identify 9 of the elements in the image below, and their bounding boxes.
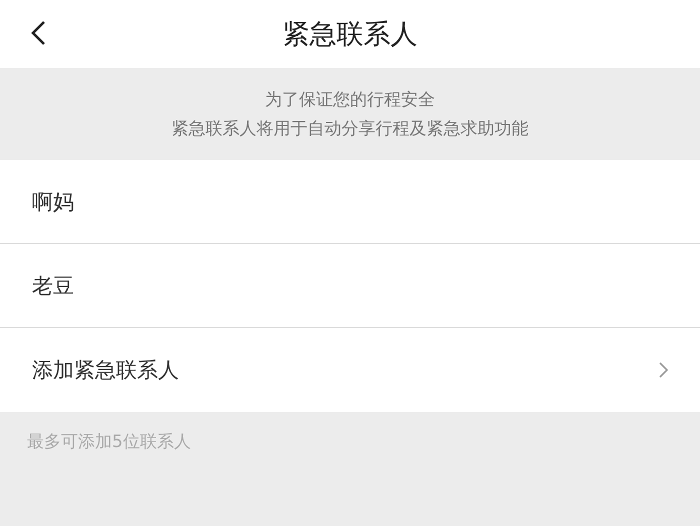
footer-note: 最多可添加5位联系人 [27, 432, 191, 452]
back-icon[interactable] [30, 20, 46, 46]
notice-text: 为了保证您的行程安全 [265, 89, 435, 111]
chevron-right-icon [659, 362, 668, 378]
contact-row[interactable]: 老豆 [0, 244, 700, 328]
notice-text: 紧急联系人将用于自动分享行程及紧急求助功能 [172, 118, 528, 140]
page-title: 紧急联系人 [282, 18, 418, 52]
contact-row[interactable]: 啊妈 [0, 160, 700, 244]
add-contact-row[interactable]: 添加紧急联系人 [0, 328, 700, 412]
